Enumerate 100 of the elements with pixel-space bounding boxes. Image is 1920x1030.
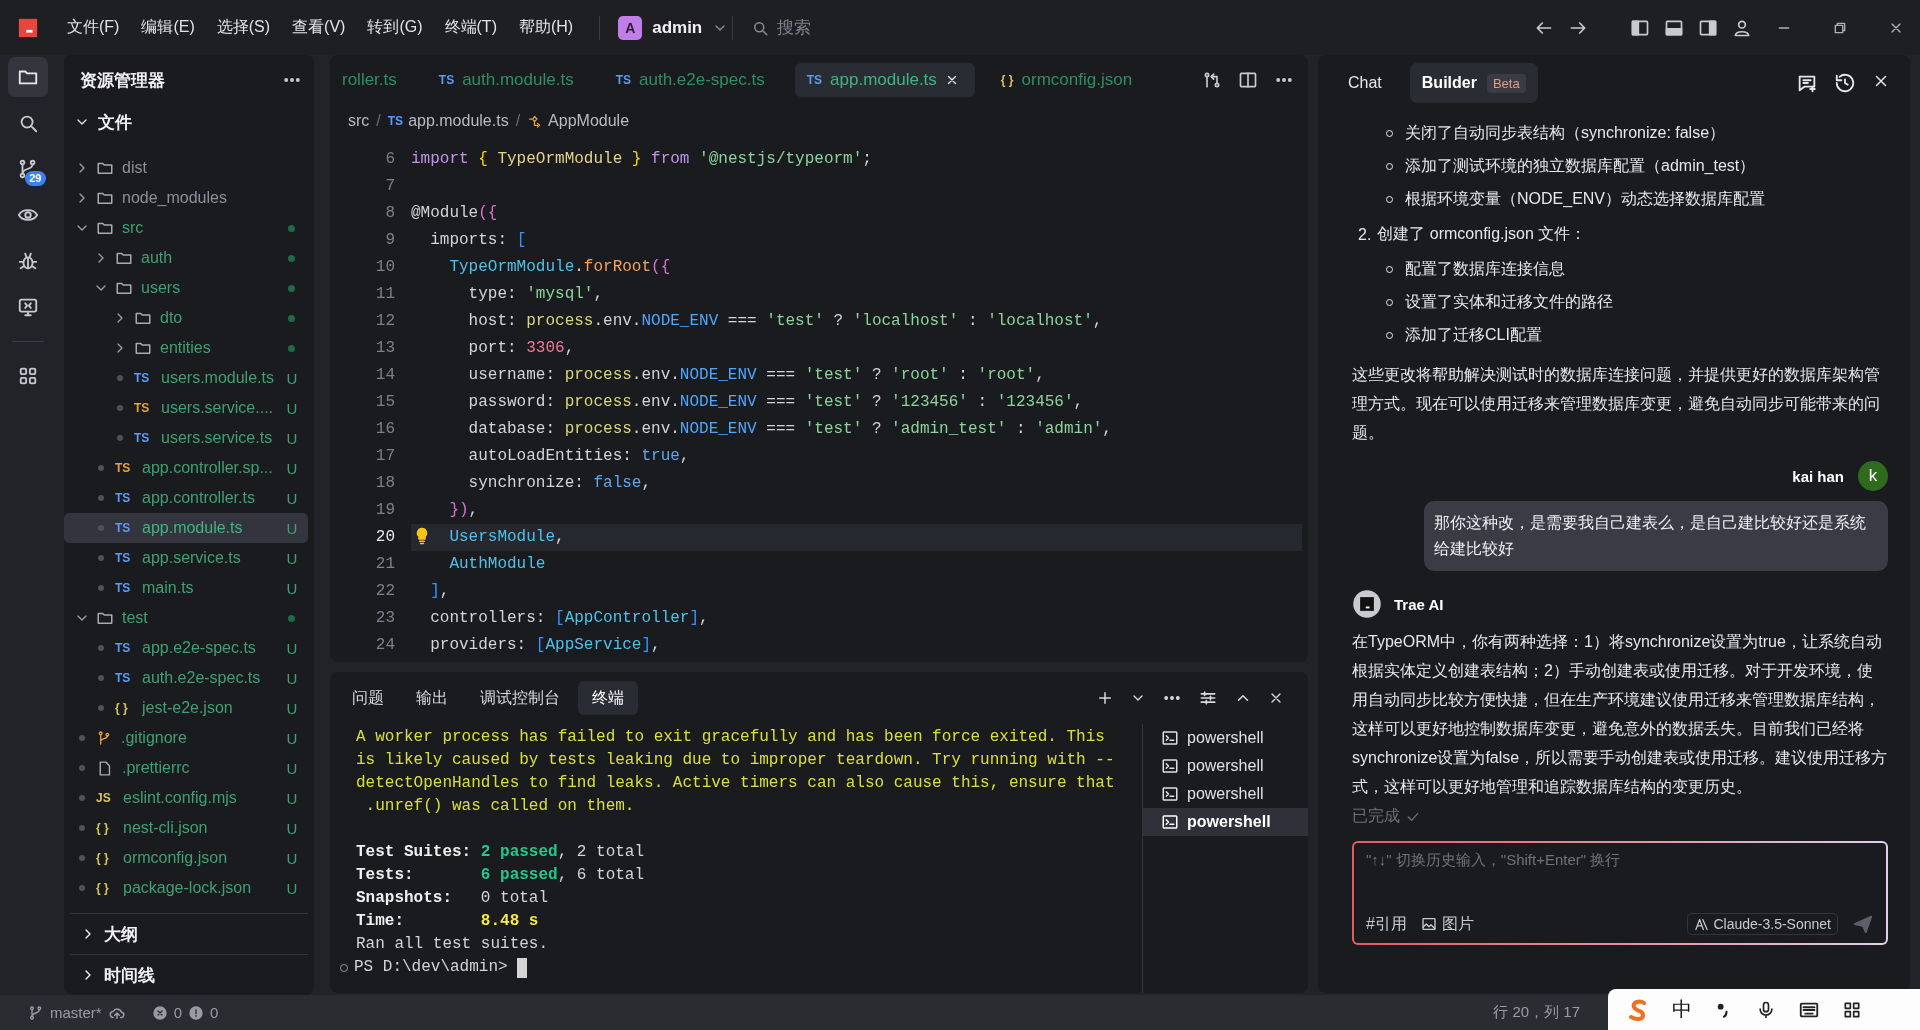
- tree-item[interactable]: { } ormconfig.json U: [64, 843, 308, 873]
- tree-item[interactable]: { } jest-e2e.json U: [64, 693, 308, 723]
- compare-icon[interactable]: [1202, 70, 1222, 90]
- cursor-position[interactable]: 行 20，列 17: [1493, 1003, 1580, 1022]
- menu-item[interactable]: 选择(S): [216, 17, 271, 38]
- line-number: 22: [374, 581, 396, 602]
- section-header[interactable]: 大纲: [70, 913, 308, 954]
- dot-icon: [98, 465, 104, 471]
- tree-item[interactable]: dist: [64, 153, 308, 183]
- history-icon[interactable]: [1834, 72, 1856, 94]
- tree-item[interactable]: TS app.service.ts U: [64, 543, 308, 573]
- line-number: 9: [384, 230, 396, 251]
- menu-item[interactable]: 转到(G): [367, 17, 423, 38]
- reference-button[interactable]: #引用: [1366, 913, 1407, 935]
- activity-tab[interactable]: [7, 57, 48, 97]
- menu-item[interactable]: 编辑(E): [141, 17, 195, 38]
- dot-icon: [79, 735, 85, 741]
- chat-tab[interactable]: Chat: [1336, 63, 1394, 103]
- breadcrumb-item[interactable]: TS app.module.ts: [387, 112, 509, 130]
- menu-item[interactable]: 帮助(H): [518, 17, 574, 38]
- chat-input[interactable]: "↑↓" 切换历史输入，"Shift+Enter" 换行 #引用 图片 Claude-3.5-Sonnet: [1352, 841, 1888, 945]
- git-status: U: [286, 819, 298, 837]
- model-selector[interactable]: Claude-3.5-Sonnet: [1687, 913, 1838, 935]
- tree-item[interactable]: TS users.service.ts U: [64, 423, 308, 453]
- line-number: 17: [374, 446, 396, 467]
- file-name: nest-cli.json: [123, 819, 209, 837]
- tree-item[interactable]: dto: [64, 303, 308, 333]
- tree-item[interactable]: TS app.module.ts U: [64, 513, 308, 543]
- breadcrumb-item[interactable]: src: [348, 112, 370, 130]
- tree-item[interactable]: test: [64, 603, 308, 633]
- tree-item[interactable]: src: [64, 213, 308, 243]
- chat-tab[interactable]: Builder Beta: [1409, 63, 1538, 103]
- tree-item[interactable]: users: [64, 273, 308, 303]
- terminal-session[interactable]: powershell: [1143, 752, 1308, 780]
- image-button[interactable]: 图片: [1420, 913, 1474, 935]
- error-count[interactable]: 0: [173, 1004, 183, 1021]
- editor-tab[interactable]: TS auth.e2e-spec.ts: [603, 63, 781, 97]
- file-type-label: { }: [96, 881, 110, 895]
- terminal-session[interactable]: powershell: [1143, 780, 1308, 808]
- panel-tab[interactable]: 终端: [578, 681, 638, 715]
- file-type-label: TS: [134, 371, 151, 385]
- panel-tab[interactable]: 问题: [338, 681, 398, 715]
- tree-item[interactable]: { } package-lock.json U: [64, 873, 308, 903]
- send-icon[interactable]: [1852, 913, 1874, 935]
- code-line: providers: [AppService],: [429, 635, 662, 656]
- menu-item[interactable]: 文件(F): [67, 17, 120, 38]
- panel-tab[interactable]: 调试控制台: [466, 681, 574, 715]
- tree-item[interactable]: JS eslint.config.mjs U: [64, 783, 308, 813]
- dot-icon: [117, 405, 123, 411]
- tree-item[interactable]: { } nest-cli.json U: [64, 813, 308, 843]
- section-header[interactable]: 文件: [64, 105, 314, 139]
- file-name: dto: [160, 309, 184, 327]
- terminal-line: A worker process has failed to exit gracefully and has been force exited. This: [356, 727, 1106, 748]
- plus-icon[interactable]: [1096, 689, 1114, 707]
- breadcrumb-separator: /: [515, 112, 521, 130]
- split-editor-icon[interactable]: [1238, 70, 1258, 90]
- tree-item[interactable]: TS app.controller.sp... U: [64, 453, 308, 483]
- terminal-session[interactable]: powershell: [1143, 724, 1308, 752]
- list-item-text: 根据环境变量（NODE_ENV）动态选择数据库配置: [1405, 189, 1766, 209]
- sliders-icon[interactable]: [1198, 688, 1218, 708]
- editor-tab[interactable]: { } ormconfig.json: [988, 63, 1149, 97]
- branch-name[interactable]: master*: [50, 1004, 102, 1021]
- panel-tab[interactable]: 输出: [402, 681, 462, 715]
- menu-item[interactable]: 查看(V): [292, 17, 346, 38]
- tree-item[interactable]: entities: [64, 333, 308, 363]
- tree-item[interactable]: TS app.controller.ts U: [64, 483, 308, 513]
- tree-item[interactable]: .prettierrc U: [64, 753, 308, 783]
- count-badge: 29: [25, 171, 46, 186]
- tree-item[interactable]: TS main.ts U: [64, 573, 308, 603]
- file-name: users.module.ts: [161, 369, 275, 387]
- tree-item[interactable]: TS app.e2e-spec.ts U: [64, 633, 308, 663]
- tree-item[interactable]: auth: [64, 243, 308, 273]
- input-mode[interactable]: 中: [1672, 996, 1692, 1023]
- tree-item[interactable]: TS users.module.ts U: [64, 363, 308, 393]
- tree-item[interactable]: TS users.service.... U: [64, 393, 308, 423]
- microphone-icon[interactable]: [1756, 999, 1776, 1020]
- menu-item[interactable]: 终端(T): [444, 17, 497, 38]
- file-name: entities: [160, 339, 212, 357]
- file-type-label: TS: [115, 461, 132, 475]
- line-number: 13: [374, 338, 396, 359]
- editor-tab[interactable]: roller.ts: [330, 63, 413, 97]
- file-type-label: TS: [115, 491, 132, 505]
- code-line: ],: [429, 581, 451, 602]
- search-field[interactable]: 搜索: [777, 17, 898, 38]
- tree-item[interactable]: TS auth.e2e-spec.ts U: [64, 663, 308, 693]
- dot-icon: [117, 435, 123, 441]
- tree-item[interactable]: node_modules: [64, 183, 308, 213]
- tree-item[interactable]: .gitignore U: [64, 723, 308, 753]
- editor-tab[interactable]: TS app.module.ts: [794, 63, 975, 97]
- breadcrumb-item[interactable]: AppModule: [527, 112, 630, 130]
- symbol-icon: [527, 113, 543, 129]
- line-number: 23: [374, 608, 396, 629]
- warning-count[interactable]: 0: [210, 1004, 219, 1021]
- editor-tab[interactable]: TS auth.module.ts: [426, 63, 590, 97]
- file-name: package-lock.json: [123, 879, 253, 897]
- account-switcher[interactable]: A admin: [618, 15, 729, 40]
- assistant-avatar-icon: [1352, 589, 1382, 619]
- terminal-session[interactable]: powershell: [1143, 808, 1308, 836]
- file-name: eslint.config.mjs: [123, 789, 238, 807]
- activity-tab[interactable]: 29: [7, 149, 48, 189]
